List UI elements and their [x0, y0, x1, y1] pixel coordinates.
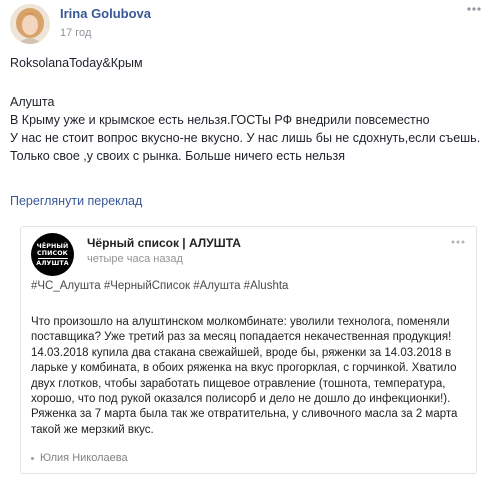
post-timestamp[interactable]: 17 год [60, 27, 91, 39]
ellipsis-icon[interactable] [448, 237, 468, 247]
shared-body-line: поставщика? Уже третий раз за месяц попа… [31, 331, 452, 344]
avatar-text-1: ЧЁРНЫЙ [36, 242, 69, 250]
post-text-line: RoksolanaToday&Крым [10, 56, 143, 70]
shared-page-name[interactable]: Чёрный список | АЛУШТА [87, 236, 241, 250]
avatar-text-2: СПИСОК [37, 249, 68, 257]
facebook-post: Irina Golubova 17 год RoksolanaToday&Кры… [0, 0, 494, 483]
ellipsis-icon[interactable] [464, 2, 484, 16]
shared-body-line: хорошо, что под рукой оказался полисорб … [31, 393, 451, 406]
shared-body-line: такой же мерзкий вкус. [31, 423, 154, 436]
post-body: Алушта В Крыму уже и крымское есть нельз… [10, 95, 481, 163]
shared-post-card[interactable]: ЧЁРНЫЙ СПИСОК АЛУШТА Чёрный список | АЛУ… [20, 226, 477, 474]
shared-body-line: двух глотков, чтобы заработать пищевое о… [31, 377, 446, 390]
shared-hashtags[interactable]: #ЧС_Алушта #ЧерныйСписок #Алушта #Alusht… [31, 280, 288, 292]
translate-link[interactable]: Переглянути переклад [10, 194, 142, 208]
shared-footer: Юлия Николаева [31, 452, 128, 464]
shared-body-line: 14.03.2018 купила два стакана свежайшей,… [31, 346, 452, 359]
author-avatar[interactable] [10, 4, 50, 44]
shared-page-avatar[interactable]: ЧЁРНЫЙ СПИСОК АЛУШТА [31, 233, 74, 276]
dot-icon [31, 456, 34, 460]
shared-post-time[interactable]: четыре часа назад [87, 253, 183, 265]
avatar-text-3: АЛУШТА [36, 259, 69, 267]
shared-post-body: Что произошло на алуштинском молкомбинат… [31, 315, 471, 438]
shared-body-line: Ряженка за 7 марта была так же отвратите… [31, 408, 458, 421]
shared-body-line: Что произошло на алуштинском молкомбинат… [31, 316, 450, 328]
shared-body-line: ларьке у комбината, в обоих ряженка на в… [31, 362, 457, 375]
avatar-divider [37, 257, 68, 259]
shared-footer-author[interactable]: Юлия Николаева [40, 452, 128, 464]
author-name[interactable]: Irina Golubova [60, 6, 151, 21]
